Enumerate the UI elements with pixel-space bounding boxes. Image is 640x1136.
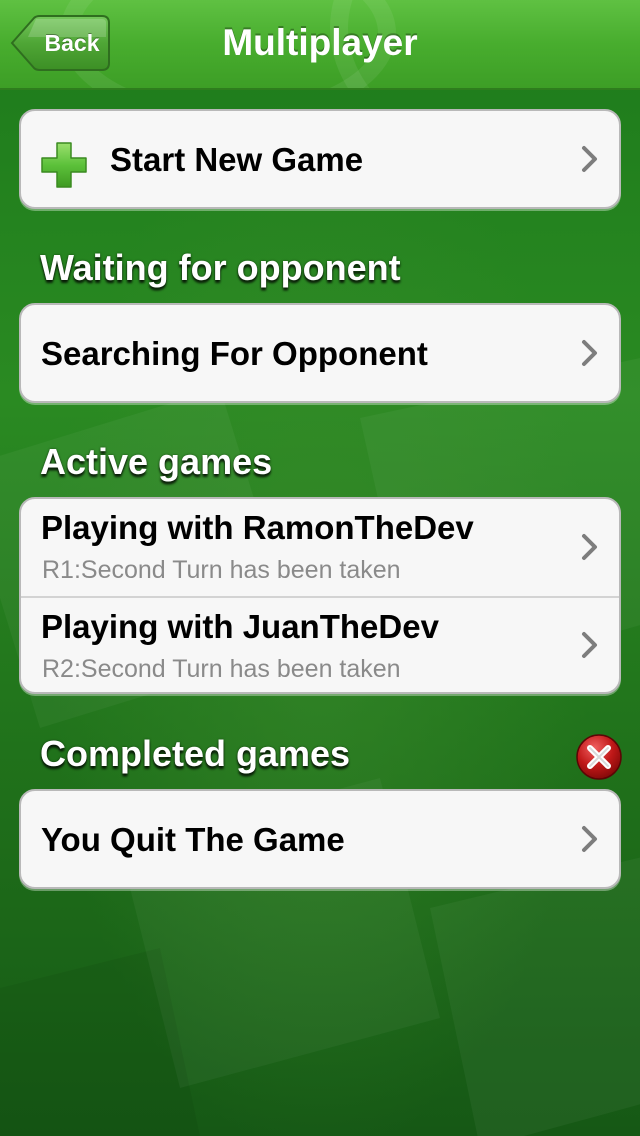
completed-games-card: You Quit The Game <box>19 789 621 889</box>
list-item-title: Searching For Opponent <box>41 335 428 372</box>
list-item-searching[interactable]: Searching For Opponent <box>21 305 619 401</box>
start-new-game-row[interactable]: Start New Game <box>21 111 619 207</box>
start-new-game-label: Start New Game <box>110 141 364 178</box>
section-header-waiting: Waiting for opponent <box>40 247 401 288</box>
plus-icon <box>40 141 88 189</box>
chevron-right-icon <box>581 533 599 561</box>
list-item-active-game-2[interactable]: Playing with JuanTheDev R2:Second Turn h… <box>21 596 619 692</box>
list-item-title: Playing with JuanTheDev <box>41 608 439 645</box>
section-header-active: Active games <box>40 441 273 482</box>
navigation-bar: Back Multiplayer <box>0 0 640 90</box>
chevron-right-icon <box>581 631 599 659</box>
close-circle-icon[interactable] <box>575 733 623 781</box>
chevron-right-icon <box>581 145 599 173</box>
chevron-right-icon <box>581 825 599 853</box>
list-item-completed-game-1[interactable]: You Quit The Game <box>21 791 619 887</box>
list-item-subtitle: R2:Second Turn has been taken <box>42 655 401 683</box>
active-games-card: Playing with RamonTheDev R1:Second Turn … <box>19 497 621 694</box>
start-new-game-card: Start New Game <box>19 109 621 209</box>
page-title: Multiplayer <box>222 22 418 63</box>
section-header-completed: Completed games <box>40 733 351 774</box>
back-button-label: Back <box>44 30 100 56</box>
back-button[interactable]: Back <box>10 15 110 71</box>
list-item-title: Playing with RamonTheDev <box>41 509 474 546</box>
chevron-right-icon <box>581 339 599 367</box>
list-item-subtitle: R1:Second Turn has been taken <box>42 556 401 584</box>
waiting-card: Searching For Opponent <box>19 303 621 403</box>
list-item-active-game-1[interactable]: Playing with RamonTheDev R1:Second Turn … <box>21 499 619 596</box>
list-item-title: You Quit The Game <box>41 821 345 858</box>
